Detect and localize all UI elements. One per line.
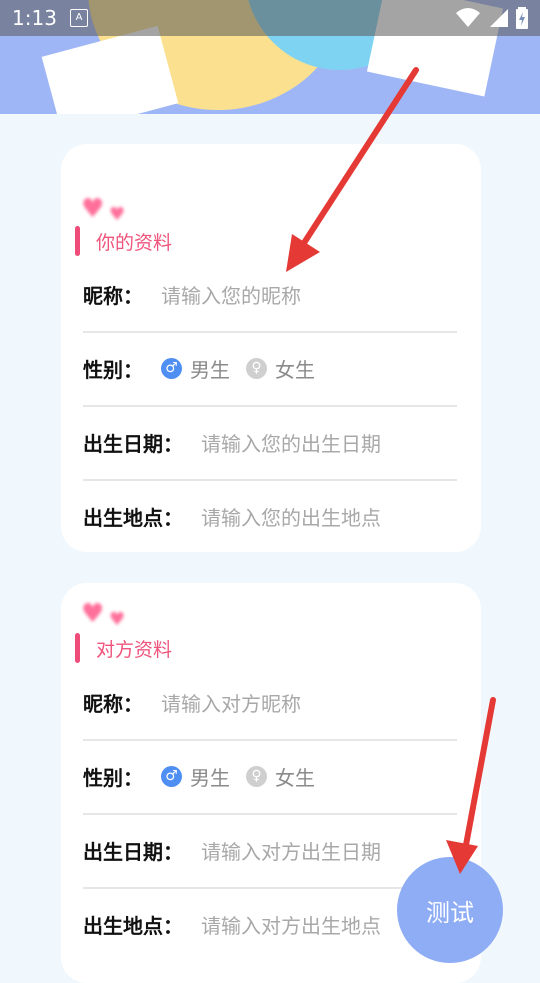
test-button[interactable]: 测试 — [397, 857, 503, 963]
female-icon: ♀ — [246, 357, 267, 379]
gender-female-radio[interactable]: ♀ 女生 — [246, 354, 315, 383]
signal-icon — [490, 9, 508, 27]
gender-label: 性别： — [83, 765, 143, 790]
partner-nickname-input[interactable]: 请输入对方昵称 — [161, 688, 301, 717]
male-icon: ♂ — [161, 357, 182, 379]
gender-label: 性别： — [83, 357, 143, 382]
partner-gender-female-radio[interactable]: ♀ 女生 — [246, 762, 315, 791]
heart-icon: ♥ — [81, 194, 105, 224]
section-title-partner-profile: 对方资料 — [75, 633, 172, 663]
status-bar: 1:13 A — [0, 0, 540, 36]
gender-male-label: 男生 — [190, 765, 230, 790]
nickname-label: 昵称： — [83, 691, 143, 716]
nickname-input[interactable]: 请输入您的昵称 — [161, 280, 301, 309]
birthdate-field[interactable]: 出生日期： 请输入您的出生日期 — [83, 405, 457, 481]
female-icon: ♀ — [246, 765, 267, 787]
notification-icon: A — [70, 9, 88, 27]
nickname-field[interactable]: 昵称： 请输入您的昵称 — [83, 257, 457, 333]
birthplace-label: 出生地点： — [83, 505, 183, 530]
partner-nickname-field[interactable]: 昵称： 请输入对方昵称 — [83, 665, 457, 741]
hearts-decoration: ♥ ♥ — [81, 599, 141, 630]
gender-female-label: 女生 — [275, 765, 315, 790]
partner-birthdate-input[interactable]: 请输入对方出生日期 — [201, 836, 381, 865]
section-title-text: 对方资料 — [96, 638, 173, 661]
heart-icon: ♥ — [81, 599, 105, 629]
battery-icon — [516, 7, 528, 29]
partner-gender-field: 性别： ♂ 男生 ♀ 女生 — [83, 739, 457, 815]
section-title-text: 你的资料 — [96, 231, 173, 254]
birthdate-label: 出生日期： — [83, 839, 183, 864]
status-time: 1:13 — [12, 6, 57, 30]
illustration-sign-left — [41, 25, 179, 114]
partner-birthplace-input[interactable]: 请输入对方出生地点 — [201, 910, 381, 939]
nickname-label: 昵称： — [83, 283, 143, 308]
male-icon: ♂ — [161, 765, 182, 787]
gender-field: 性别： ♂ 男生 ♀ 女生 — [83, 331, 457, 407]
birthdate-label: 出生日期： — [83, 431, 183, 456]
your-profile-card: ♥ ♥ 你的资料 昵称： 请输入您的昵称 性别： ♂ 男生 ♀ 女生 出生日期：… — [61, 144, 481, 552]
birthdate-input[interactable]: 请输入您的出生日期 — [201, 428, 381, 457]
partner-gender-male-radio[interactable]: ♂ 男生 — [161, 762, 230, 791]
birthplace-label: 出生地点： — [83, 913, 183, 938]
gender-male-label: 男生 — [190, 357, 230, 382]
birthplace-input[interactable]: 请输入您的出生地点 — [201, 502, 381, 531]
section-title-your-profile: 你的资料 — [75, 226, 172, 256]
section-accent-bar — [75, 633, 80, 663]
partner-birthdate-field[interactable]: 出生日期： 请输入对方出生日期 — [83, 813, 457, 889]
wifi-icon — [456, 8, 480, 27]
gender-male-radio[interactable]: ♂ 男生 — [161, 354, 230, 383]
heart-icon: ♥ — [109, 609, 126, 630]
hearts-decoration: ♥ ♥ — [81, 194, 141, 225]
heart-icon: ♥ — [109, 204, 126, 225]
birthplace-field[interactable]: 出生地点： 请输入您的出生地点 — [83, 479, 457, 553]
section-accent-bar — [75, 226, 80, 256]
gender-female-label: 女生 — [275, 357, 315, 382]
